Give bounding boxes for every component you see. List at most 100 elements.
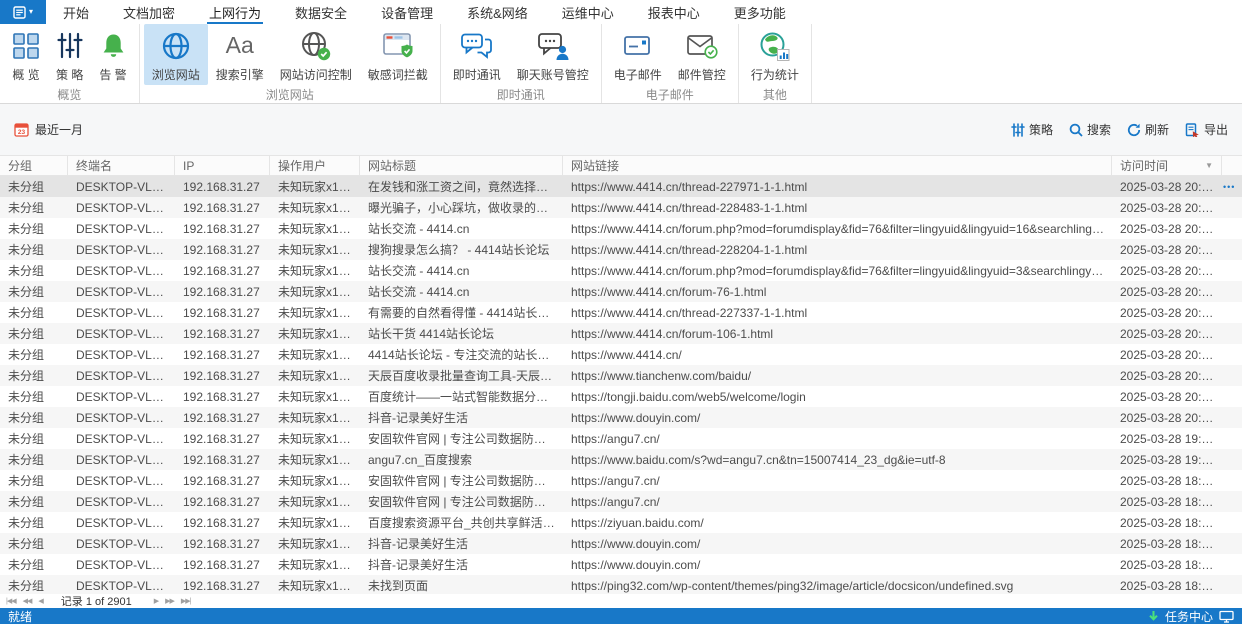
filter-dropdown-icon[interactable]: ▼: [1205, 161, 1213, 170]
toolbar-group-label: 概览: [57, 88, 82, 102]
search-button[interactable]: 搜索: [1069, 121, 1111, 138]
tool-search-engine[interactable]: Aa 搜索引擎: [208, 24, 272, 85]
cell-time: 2025-03-28 19:02:17: [1120, 452, 1222, 467]
tab-report-center[interactable]: 报表中心: [631, 0, 717, 24]
toolbar-group-label: 即时通讯: [496, 88, 545, 102]
tool-browse-website[interactable]: 浏览网站: [143, 24, 208, 85]
prev-block-icon[interactable]: ◀◀: [23, 597, 33, 605]
tool-mail-control[interactable]: 邮件管控: [670, 24, 734, 85]
cell-url: https://tongji.baidu.com/web5/welcome/lo…: [571, 389, 806, 404]
table-row[interactable]: 未分组 DESKTOP-VLKTLE1 192.168.31.27 未知玩家x1…: [0, 512, 1242, 533]
cell-ip: 192.168.31.27: [183, 431, 260, 446]
cell-url: https://angu7.cn/: [571, 431, 660, 446]
table-row[interactable]: 未分组 DESKTOP-VLKTLE1 192.168.31.27 未知玩家x1…: [0, 491, 1242, 512]
cell-time: 2025-03-28 20:00:40: [1120, 389, 1222, 404]
tool-overview[interactable]: 概 览: [4, 24, 48, 85]
tool-sensitive-word-block[interactable]: 敏感词拦截: [360, 24, 436, 85]
tool-chat-account-control[interactable]: 聊天账号管控: [509, 24, 597, 85]
tab-start[interactable]: 开始: [46, 0, 106, 24]
search-icon: [1069, 123, 1083, 137]
table-body: 未分组 DESKTOP-VLKTLE1 192.168.31.27 未知玩家x1…: [0, 176, 1242, 594]
cell-ip: 192.168.31.27: [183, 578, 260, 593]
table-row[interactable]: 未分组 DESKTOP-VLKTLE1 192.168.31.27 未知玩家x1…: [0, 407, 1242, 428]
cell-user: 未知玩家x100: [278, 495, 353, 509]
table-row[interactable]: 未分组 DESKTOP-VLKTLE1 192.168.31.27 未知玩家x1…: [0, 218, 1242, 239]
table-row[interactable]: 未分组 DESKTOP-VLKTLE1 192.168.31.27 未知玩家x1…: [0, 575, 1242, 594]
tool-website-access-control[interactable]: 网站访问控制: [272, 24, 360, 85]
tab-doc-encrypt[interactable]: 文档加密: [106, 0, 192, 24]
tab-device-mgmt[interactable]: 设备管理: [364, 0, 450, 24]
column-header-ip[interactable]: IP: [175, 156, 270, 175]
next-block-icon[interactable]: ▶▶: [165, 597, 175, 605]
column-header-terminal[interactable]: 终端名: [68, 156, 175, 175]
column-header-time[interactable]: 访问时间 ▼: [1112, 156, 1222, 175]
column-header-url[interactable]: 网站链接: [563, 156, 1112, 175]
table-row[interactable]: 未分组 DESKTOP-VLKTLE1 192.168.31.27 未知玩家x1…: [0, 239, 1242, 260]
table-row[interactable]: 未分组 DESKTOP-VLKTLE1 192.168.31.27 未知玩家x1…: [0, 281, 1242, 302]
tab-more-functions[interactable]: 更多功能: [717, 0, 803, 24]
table-row[interactable]: 未分组 DESKTOP-VLKTLE1 192.168.31.27 未知玩家x1…: [0, 470, 1242, 491]
date-range-filter[interactable]: 23 最近一月: [14, 121, 83, 138]
export-button[interactable]: 导出: [1185, 121, 1228, 138]
mail-icon: [623, 29, 653, 62]
policy-button[interactable]: 策略: [1011, 121, 1053, 138]
tab-ops-center[interactable]: 运维中心: [545, 0, 631, 24]
cell-title: 在发钱和涨工资之间，竟然选择了放贷款，...: [368, 180, 563, 194]
table-row[interactable]: 未分组 DESKTOP-VLKTLE1 192.168.31.27 未知玩家x1…: [0, 365, 1242, 386]
tool-policy[interactable]: 策 略: [48, 24, 91, 85]
cell-url: https://ziyuan.baidu.com/: [571, 515, 704, 530]
last-page-icon[interactable]: ▶▶|: [181, 597, 192, 605]
mail-check-icon: [686, 29, 718, 62]
cell-user: 未知玩家x100: [278, 537, 353, 551]
download-arrow-icon: [1149, 611, 1158, 621]
tool-alert[interactable]: 告 警: [91, 24, 134, 85]
prev-page-icon[interactable]: ◀: [38, 597, 43, 605]
table-row[interactable]: 未分组 DESKTOP-VLKTLE1 192.168.31.27 未知玩家x1…: [0, 344, 1242, 365]
table-row[interactable]: 未分组 DESKTOP-VLKTLE1 192.168.31.27 未知玩家x1…: [0, 176, 1242, 197]
column-header-group[interactable]: 分组: [0, 156, 68, 175]
toolbar-group-other: 行为统计 其他: [739, 24, 812, 103]
monitor-icon[interactable]: [1219, 610, 1234, 623]
table-row[interactable]: 未分组 DESKTOP-VLKTLE1 192.168.31.27 未知玩家x1…: [0, 533, 1242, 554]
table-header: 分组 终端名 IP 操作用户 网站标题 网站链接 访问时间 ▼: [0, 155, 1242, 176]
table-row[interactable]: 未分组 DESKTOP-VLKTLE1 192.168.31.27 未知玩家x1…: [0, 449, 1242, 470]
cell-ip: 192.168.31.27: [183, 536, 260, 551]
cell-terminal: DESKTOP-VLKTLE1: [76, 389, 175, 404]
tab-system-network[interactable]: 系统&网络: [450, 0, 545, 24]
cell-ip: 192.168.31.27: [183, 410, 260, 425]
table-row[interactable]: 未分组 DESKTOP-VLKTLE1 192.168.31.27 未知玩家x1…: [0, 323, 1242, 344]
app-menu-button[interactable]: ▾: [0, 0, 46, 24]
tab-data-security[interactable]: 数据安全: [278, 0, 364, 24]
next-page-icon[interactable]: ▶: [154, 597, 159, 605]
cell-terminal: DESKTOP-VLKTLE1: [76, 305, 175, 320]
cell-title: 有需要的自然看得懂 - 4414站长论坛: [368, 306, 562, 320]
first-page-icon[interactable]: |◀◀: [6, 597, 17, 605]
cell-url: https://www.4414.cn/thread-228204-1-1.ht…: [571, 242, 808, 257]
tool-email[interactable]: 电子邮件: [606, 24, 670, 85]
pagination-bar: |◀◀ ◀◀ ◀ 记录 1 of 2901 ▶ ▶▶ ▶▶|: [0, 594, 1242, 608]
row-more-icon[interactable]: •••: [1222, 182, 1242, 192]
svg-text:23: 23: [18, 129, 26, 136]
table-row[interactable]: 未分组 DESKTOP-VLKTLE1 192.168.31.27 未知玩家x1…: [0, 302, 1242, 323]
table-row[interactable]: 未分组 DESKTOP-VLKTLE1 192.168.31.27 未知玩家x1…: [0, 428, 1242, 449]
cell-url: https://www.4414.cn/thread-227971-1-1.ht…: [571, 179, 808, 194]
cell-time: 2025-03-28 20:00:25: [1120, 410, 1222, 425]
cell-group: 未分组: [8, 411, 45, 425]
tool-instant-messaging[interactable]: 即时通讯: [445, 24, 509, 85]
table-row[interactable]: 未分组 DESKTOP-VLKTLE1 192.168.31.27 未知玩家x1…: [0, 197, 1242, 218]
cell-group: 未分组: [8, 474, 45, 488]
column-header-user[interactable]: 操作用户: [270, 156, 360, 175]
refresh-button[interactable]: 刷新: [1127, 121, 1169, 138]
cell-user: 未知玩家x100: [278, 453, 353, 467]
task-center-button[interactable]: 任务中心: [1165, 608, 1213, 624]
table-row[interactable]: 未分组 DESKTOP-VLKTLE1 192.168.31.27 未知玩家x1…: [0, 554, 1242, 575]
cell-user: 未知玩家x100: [278, 264, 353, 278]
tab-web-behavior[interactable]: 上网行为: [192, 0, 278, 24]
table-row[interactable]: 未分组 DESKTOP-VLKTLE1 192.168.31.27 未知玩家x1…: [0, 386, 1242, 407]
tool-behavior-stats[interactable]: 行为统计: [743, 24, 807, 85]
ribbon-toolbar: 概 览 策 略 告 警 概览 浏览网站 Aa 搜索引擎 网站访问控制 敏感词拦截…: [0, 24, 1242, 104]
toolbar-group-browse: 浏览网站 Aa 搜索引擎 网站访问控制 敏感词拦截 浏览网站: [140, 24, 441, 103]
column-header-title[interactable]: 网站标题: [360, 156, 563, 175]
table-row[interactable]: 未分组 DESKTOP-VLKTLE1 192.168.31.27 未知玩家x1…: [0, 260, 1242, 281]
cell-title: 安固软件官网 | 专注公司数据防泄漏(DLP)，...: [368, 495, 563, 509]
